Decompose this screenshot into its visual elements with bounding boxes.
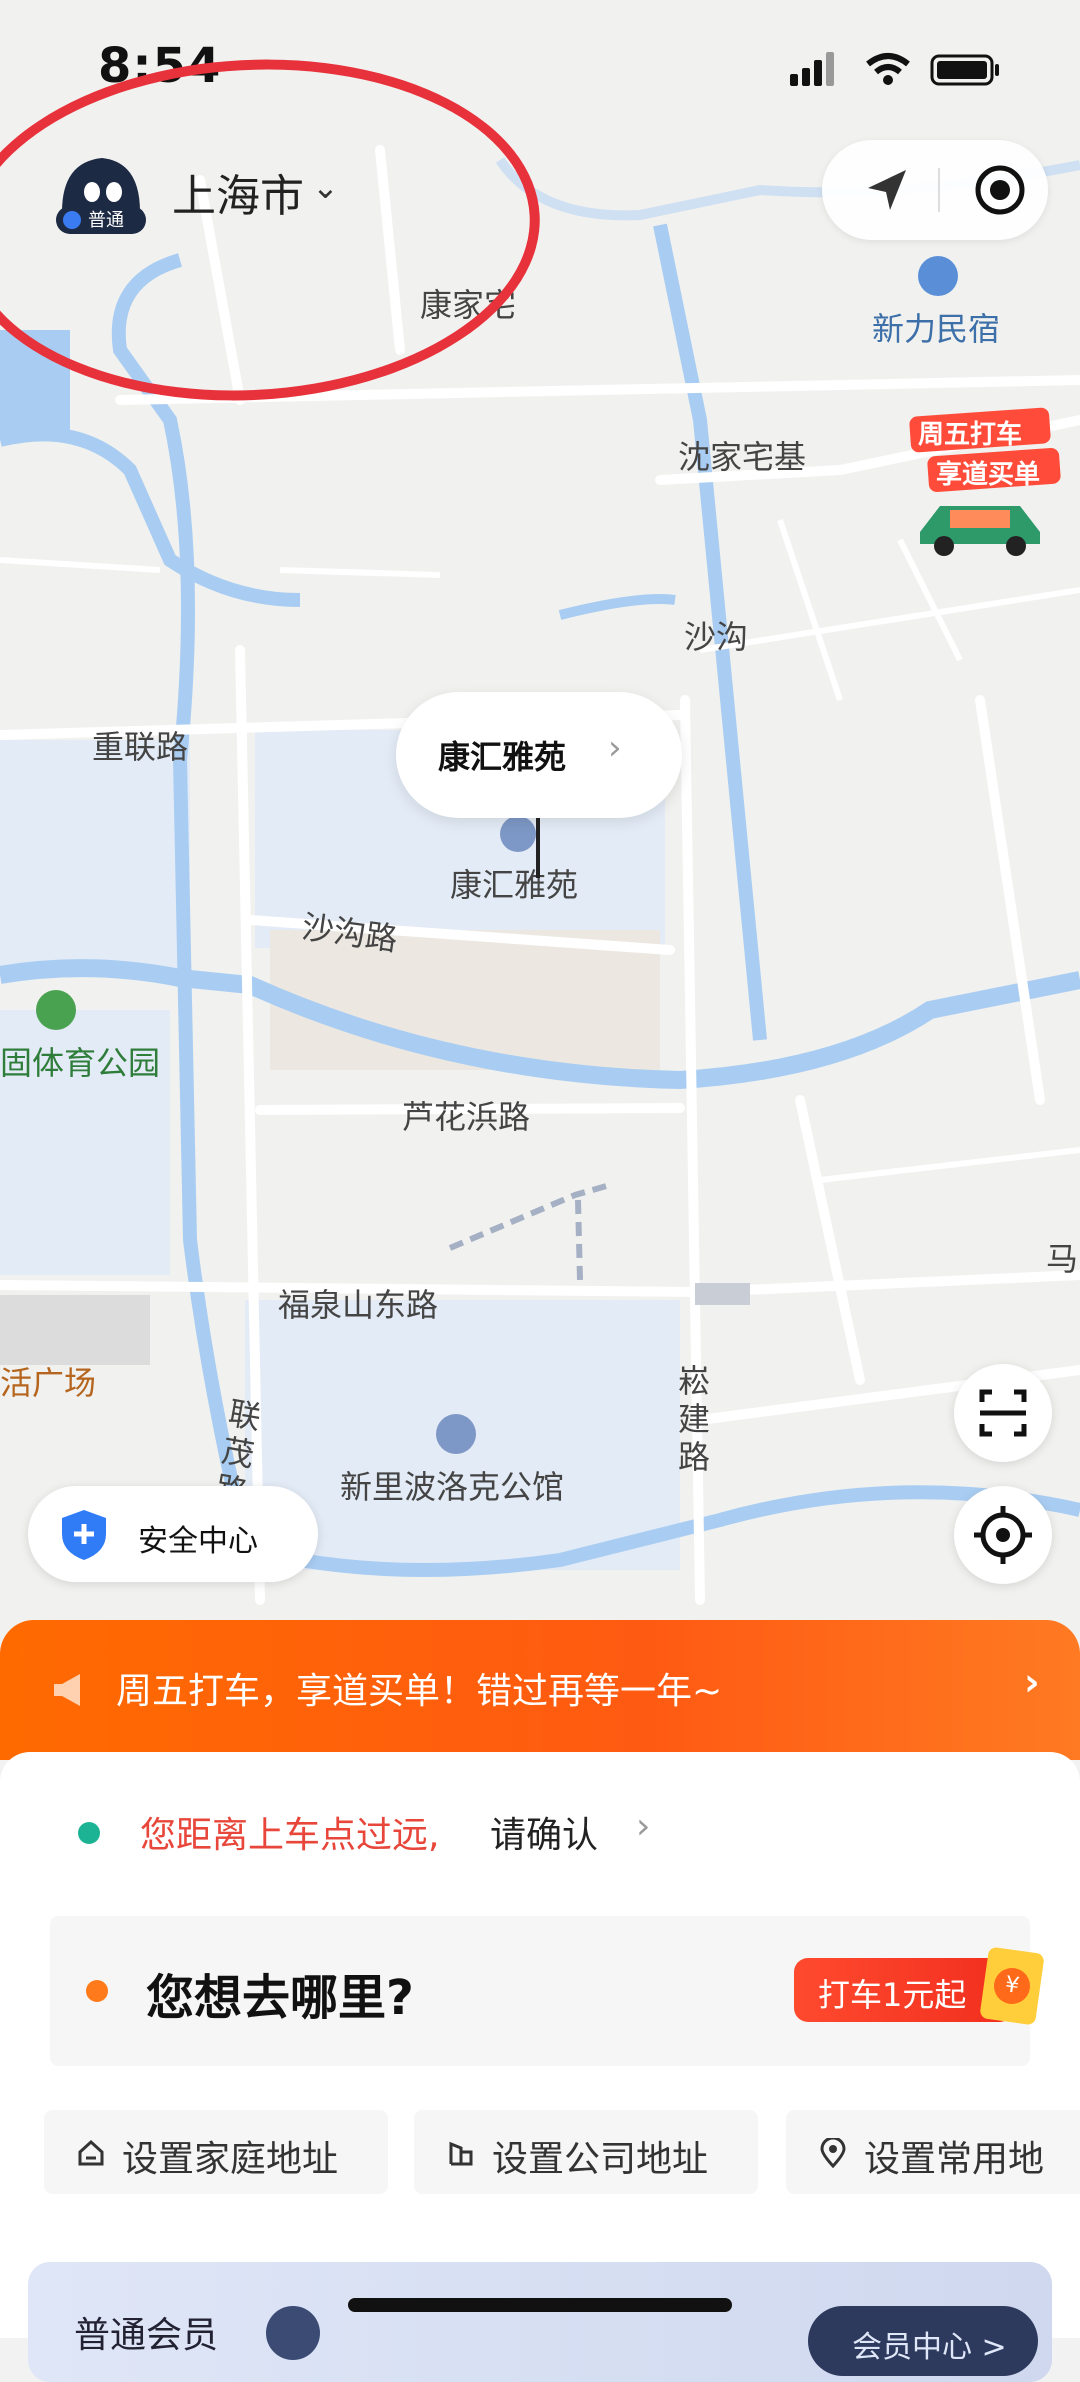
membership-card[interactable]: 普通会员 会员中心 > — [28, 2262, 1052, 2382]
chevron-right-icon: › — [636, 1806, 651, 1847]
membership-level: 普通会员 — [74, 2315, 219, 2356]
wifi-icon — [866, 53, 910, 67]
map-label-plaza: 活广场 — [0, 1364, 97, 1402]
member-star-icon — [266, 2306, 320, 2360]
building-icon — [449, 2141, 473, 2166]
map-label-luhuabang-rd: 芦花浜路 — [402, 1098, 531, 1136]
member-center-button[interactable]: 会员中心 > — [808, 2306, 1038, 2376]
safety-center-button[interactable]: 安全中心 — [28, 1486, 318, 1582]
locate-me-button[interactable] — [954, 1486, 1052, 1584]
chevron-right-icon: › — [1024, 1660, 1040, 1704]
map-label-songjian-rd: 崧建路 — [678, 1362, 711, 1476]
map-label-xinli-minsu: 新力民宿 — [872, 310, 1001, 348]
promo-banner[interactable]: 周五打车，享道买单！错过再等一年~ › — [0, 1620, 1080, 1760]
map-label-kanghui-yayuan: 康汇雅苑 — [450, 866, 579, 904]
map-label-hotel: 新里波洛克公馆 — [340, 1468, 565, 1506]
divider — [938, 168, 940, 212]
pickup-pin — [536, 818, 540, 878]
map-label-shenjiazhaiji: 沈家宅基 — [678, 438, 807, 476]
promo-car-sticker[interactable]: 周五打车 享道买单 — [900, 407, 1062, 558]
park-tree-icon — [36, 990, 76, 1030]
set-frequent-address-label: 设置常用地 — [864, 2139, 1045, 2180]
map-label-ma: 马 — [1046, 1240, 1079, 1278]
set-home-address-button[interactable]: 设置家庭地址 — [44, 2110, 388, 2194]
status-dot — [78, 1822, 100, 1844]
destination-dot — [86, 1980, 108, 2002]
set-company-address-label: 设置公司地址 — [492, 2139, 709, 2180]
pickup-point-bubble[interactable]: 康汇雅苑 › — [396, 692, 682, 818]
destination-prompt: 您想去哪里? — [146, 1970, 414, 2026]
member-center-label: 会员中心 > — [852, 2330, 1007, 2365]
hotel-icon — [918, 256, 958, 296]
navigate-arrow-icon[interactable] — [862, 166, 912, 216]
status-icons — [790, 52, 999, 86]
promo-line2: 享道买单 — [936, 460, 1041, 490]
confirm-link[interactable]: 请确认 — [490, 1806, 598, 1858]
promo-banner-text: 周五打车，享道买单！错过再等一年~ — [116, 1671, 723, 1712]
promo-line1: 周五打车 — [918, 420, 1023, 450]
coin-icon: ¥ — [979, 1946, 1045, 2026]
distance-warning[interactable]: 您距离上车点过远, — [140, 1806, 439, 1858]
scan-button[interactable] — [954, 1364, 1052, 1462]
safety-center-label: 安全中心 — [138, 1524, 258, 1559]
home-marker-icon — [500, 816, 536, 852]
chevron-right-icon: › — [608, 728, 622, 768]
pickup-point-name: 康汇雅苑 — [438, 738, 567, 776]
map-label-sports-park: 固体育公园 — [0, 1044, 161, 1082]
top-action-group — [822, 140, 1048, 240]
map-label-fuquanshan-east-rd: 福泉山东路 — [278, 1286, 439, 1324]
fare-badge-label: 打车1元起 — [818, 1976, 967, 2014]
set-frequent-address-button[interactable]: 设置常用地 — [786, 2110, 1080, 2194]
coin-symbol: ¥ — [991, 1965, 1033, 2007]
home-indicator[interactable] — [348, 2298, 732, 2312]
crosshair-icon — [974, 1506, 1032, 1564]
building-marker-icon — [436, 1414, 476, 1454]
home-icon — [78, 2139, 104, 2166]
record-target-icon[interactable] — [974, 164, 1026, 216]
set-home-address-label: 设置家庭地址 — [122, 2139, 339, 2180]
map-label-chonglian-rd: 重联路 — [92, 728, 189, 766]
signal-icon — [790, 74, 798, 86]
shield-icon — [62, 1510, 106, 1560]
megaphone-icon — [54, 1674, 80, 1706]
car-icon — [920, 506, 1040, 556]
location-pin-icon — [820, 2138, 846, 2168]
scan-icon — [979, 1389, 1027, 1437]
set-company-address-button[interactable]: 设置公司地址 — [414, 2110, 758, 2194]
map-label-shagou: 沙沟 — [684, 618, 749, 656]
